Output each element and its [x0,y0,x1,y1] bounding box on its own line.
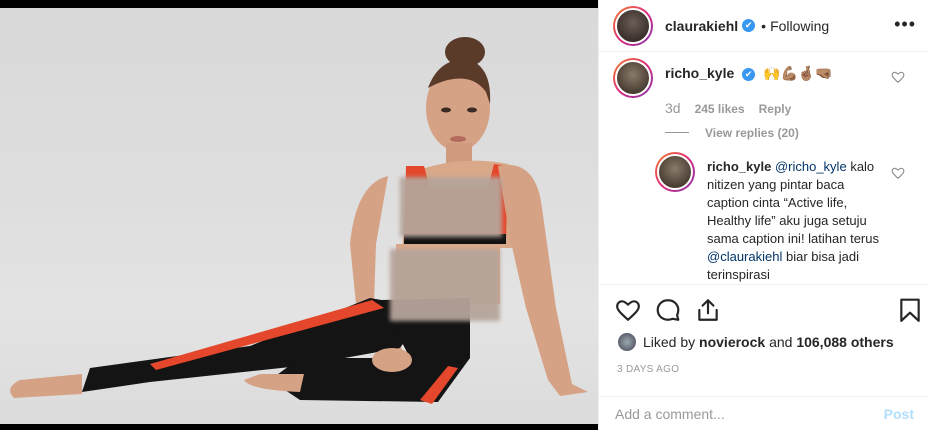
likes-prefix: Liked by [643,334,696,350]
model-figure [10,37,588,404]
verified-icon: ✔ [742,67,756,81]
comment-username[interactable]: richo_kyle [665,65,734,81]
more-icon[interactable]: ••• [894,14,916,35]
following-button[interactable]: Following [770,18,829,34]
comment-mention[interactable]: @claurakiehl [707,249,782,264]
post-photo[interactable] [0,0,598,430]
share-icon[interactable] [695,297,721,323]
comment-text: 🙌💪🏽🤞🏽🤜🏽 [763,65,833,81]
photo-canvas [0,8,598,424]
post-header: claurakiehl ✔ • Following ••• [599,0,929,52]
censor-blur-bottom [390,249,500,321]
likes-summary[interactable]: Liked by novierock and 106,088 others [617,332,894,352]
add-comment-bar: Post [599,396,929,430]
comment-icon[interactable] [655,297,681,323]
likes-others[interactable]: 106,088 others [796,334,893,350]
author-avatar[interactable] [613,5,653,46]
heart-icon[interactable] [615,297,641,323]
view-replies-button[interactable]: View replies (20) [665,124,799,142]
verified-icon: ✔ [742,19,756,32]
header-separator: • [761,17,767,34]
comment-likes[interactable]: 245 likes [695,102,745,116]
censor-blur-top [400,177,502,237]
comment-item: richo_kyle @richo_kyle kalo nitizen yang… [655,152,925,284]
comment-mention[interactable]: @richo_kyle [775,159,847,174]
bookmark-icon[interactable] [897,297,923,323]
comment-time[interactable]: 3d [665,100,681,116]
comment-like-icon[interactable] [891,166,905,180]
liker-username[interactable]: novierock [699,334,765,350]
view-replies-label: View replies (20) [705,126,799,140]
reply-button[interactable]: Reply [759,102,792,116]
commenter-avatar[interactable] [655,152,695,192]
comments-list[interactable]: richo_kyle ✔ 🙌💪🏽🤞🏽🤜🏽 3d 245 likes Reply … [599,52,929,284]
post-side-panel: claurakiehl ✔ • Following ••• richo_kyle… [598,0,929,430]
author-username[interactable]: claurakiehl [665,18,738,34]
likes-and: and [769,334,793,350]
comment-username[interactable]: richo_kyle [707,159,771,174]
commenter-avatar[interactable] [613,58,653,98]
post-actions: Liked by novierock and 106,088 others 3 … [599,284,929,396]
post-button[interactable]: Post [884,406,914,422]
comment-input[interactable] [615,405,884,422]
comment-item: richo_kyle ✔ 🙌💪🏽🤞🏽🤜🏽 3d 245 likes Reply … [613,58,913,154]
post-date[interactable]: 3 DAYS AGO [617,364,679,375]
liker-avatar[interactable] [617,332,637,352]
comment-like-icon[interactable] [891,70,905,84]
